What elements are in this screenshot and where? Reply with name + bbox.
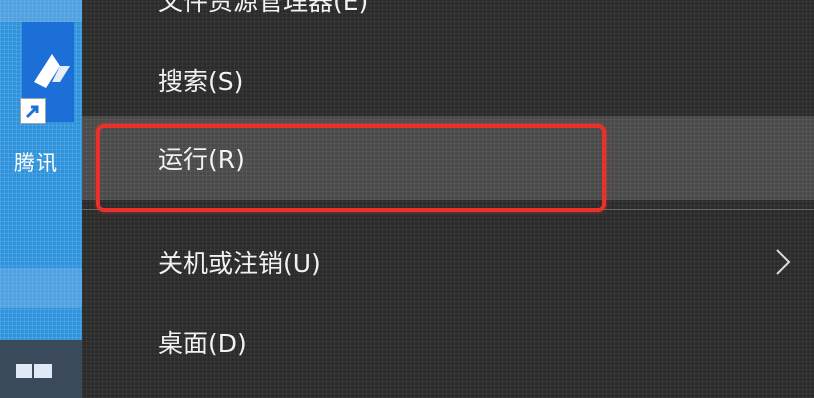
desktop-icon-label[interactable]: 腾讯 (14, 147, 58, 177)
menu-item-file-explorer[interactable]: 文件资源管理器(E) (82, 0, 814, 40)
desktop-band (0, 0, 82, 22)
menu-item-label: 运行(R) (158, 145, 245, 174)
menu-item-desktop[interactable]: 桌面(D) (82, 302, 814, 382)
menu-item-shutdown-or-sign-out[interactable]: 关机或注销(U) (82, 222, 814, 302)
screen: 腾讯 文件资源管理器(E) 搜索(S) 运行(R) 关机或注销(U) 桌面(D) (0, 0, 814, 398)
tencent-app-icon (34, 54, 70, 88)
windows-start-icon[interactable] (14, 362, 54, 398)
menu-item-label: 关机或注销(U) (158, 249, 321, 278)
desktop-band (0, 268, 82, 308)
shortcut-arrow-icon (20, 98, 46, 124)
menu-item-label: 文件资源管理器(E) (158, 0, 369, 16)
desktop-background: 腾讯 (0, 0, 82, 398)
menu-item-label: 桌面(D) (158, 329, 247, 358)
chevron-right-icon (776, 249, 791, 275)
menu-item-search[interactable]: 搜索(S) (82, 40, 814, 120)
context-menu: 文件资源管理器(E) 搜索(S) 运行(R) 关机或注销(U) 桌面(D) (82, 0, 814, 398)
menu-divider (82, 209, 814, 210)
menu-item-run[interactable]: 运行(R) (82, 116, 814, 200)
menu-item-label: 搜索(S) (158, 67, 244, 96)
